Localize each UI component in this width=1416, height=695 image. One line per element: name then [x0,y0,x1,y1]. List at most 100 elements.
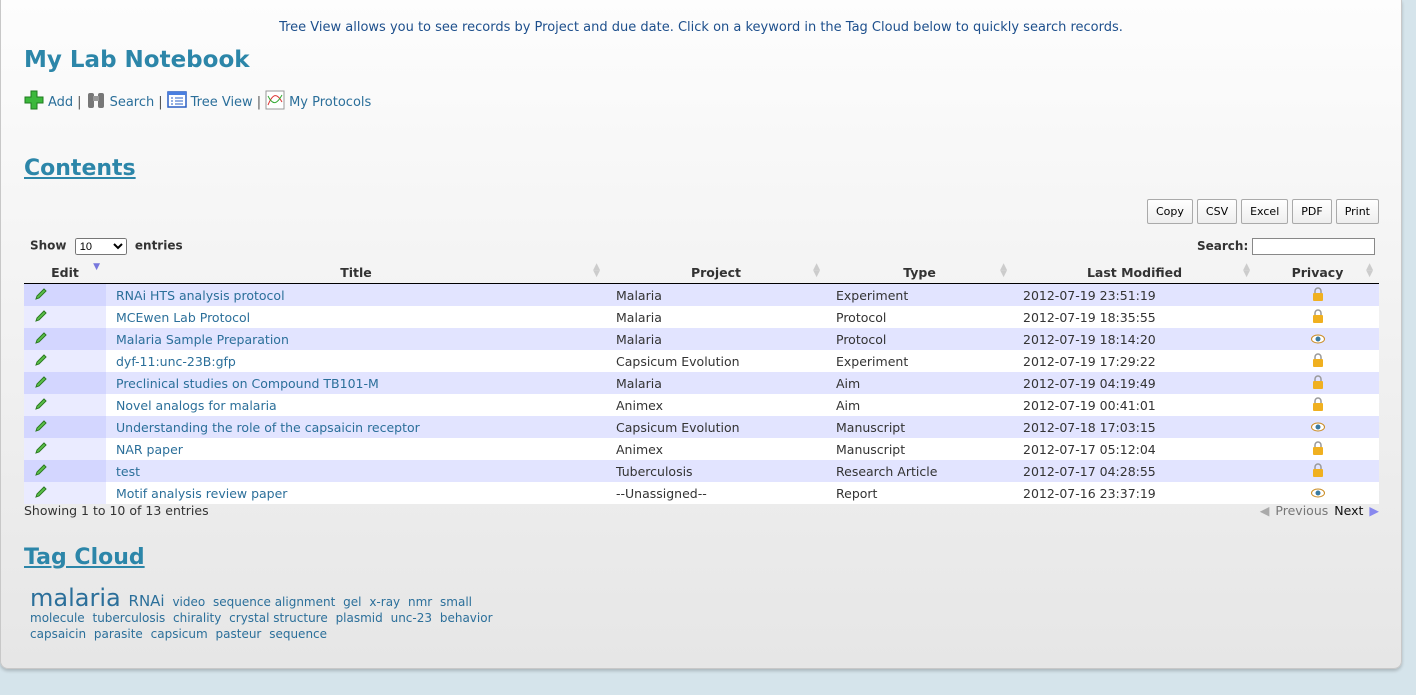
record-title-link[interactable]: Understanding the role of the capsaicin … [116,420,420,435]
modified-cell: 2012-07-17 04:28:55 [1013,460,1256,482]
separator: | [256,95,262,110]
modified-cell: 2012-07-18 17:03:15 [1013,416,1256,438]
tree-view-link[interactable]: Tree View [191,95,253,110]
next-button[interactable]: Next [1334,503,1363,518]
print-button[interactable]: Print [1335,199,1379,224]
type-cell: Research Article [826,460,1013,482]
lock-icon [1312,462,1323,477]
tree-view-icon[interactable] [166,90,187,110]
record-title-link[interactable]: RNAi HTS analysis protocol [116,288,285,303]
modified-cell: 2012-07-19 18:35:55 [1013,306,1256,328]
copy-button[interactable]: Copy [1147,199,1193,224]
search-link[interactable]: Search [110,95,155,110]
column-header-type[interactable]: Type ▲ ▼ [826,261,1013,284]
privacy-cell [1256,350,1379,372]
table-row: NAR paper Animex Manuscript 2012-07-17 05:1… [24,438,1379,460]
sort-icon: ▲ ▼ [593,262,600,279]
modified-cell: 2012-07-19 04:19:49 [1013,372,1256,394]
pdf-button[interactable]: PDF [1292,199,1332,224]
table-row: Malaria Sample Preparation Malaria Protoco… [24,328,1379,350]
project-cell: Malaria [606,328,826,350]
column-header-privacy[interactable]: Privacy ▲ ▼ [1256,261,1379,284]
edit-pencil-icon[interactable] [34,353,48,367]
tag-link[interactable]: chirality [173,611,221,625]
tag-link[interactable]: pasteur [216,627,262,641]
edit-pencil-icon[interactable] [34,331,48,345]
tag-link[interactable]: plasmid [336,611,383,625]
pagination: ◀ Previous Next ▶ [1260,503,1379,518]
lock-icon [1312,396,1323,411]
previous-button[interactable]: Previous [1275,503,1328,518]
edit-pencil-icon[interactable] [34,375,48,389]
record-title-link[interactable]: dyf-11:unc-23B:gfp [116,354,236,369]
record-title-link[interactable]: NAR paper [116,442,183,457]
column-label: Type [903,264,936,280]
modified-cell: 2012-07-17 05:12:04 [1013,438,1256,460]
table-row: Novel analogs for malaria Animex Aim 2012-0… [24,394,1379,416]
entries-select[interactable]: 10 [74,238,127,255]
my-protocols-link[interactable]: My Protocols [289,95,371,110]
edit-pencil-icon[interactable] [34,419,48,433]
project-cell: Tuberculosis [606,460,826,482]
column-header-last-modified[interactable]: Last Modified ▲ ▼ [1013,261,1256,284]
search-input[interactable] [1252,238,1376,255]
tag-link[interactable]: behavior [440,611,493,625]
tag-link[interactable]: capsicum [151,627,208,641]
record-title-link[interactable]: MCEwen Lab Protocol [116,310,250,325]
tag-link[interactable]: parasite [94,627,143,641]
next-arrow-icon[interactable]: ▶ [1369,503,1379,518]
edit-pencil-icon[interactable] [34,309,48,323]
privacy-cell [1256,416,1379,438]
tag-link[interactable]: nmr [408,595,432,609]
type-cell: Experiment [826,350,1013,372]
record-title-link[interactable]: Novel analogs for malaria [116,398,277,413]
binoculars-icon[interactable] [86,90,106,110]
record-title-link[interactable]: Motif analysis review paper [116,486,287,501]
edit-pencil-icon[interactable] [34,397,48,411]
tag-link[interactable]: capsaicin [30,627,86,641]
privacy-cell [1256,372,1379,394]
column-label: Last Modified [1086,264,1183,280]
project-cell: Capsicum Evolution [606,416,826,438]
previous-arrow-icon[interactable]: ◀ [1260,503,1270,518]
add-link[interactable]: Add [48,95,73,110]
info-text: Tree View allows you to see records by P… [279,20,1123,35]
type-cell: Report [826,482,1013,504]
edit-pencil-icon[interactable] [34,463,48,477]
tag-link[interactable]: gel [343,595,361,609]
privacy-cell [1256,460,1379,482]
tag-link[interactable]: crystal structure [229,611,328,625]
separator: | [158,95,163,110]
entries-length: Show 10 entries [30,238,183,255]
tag-link[interactable]: tuberculosis [93,611,166,625]
tag-link[interactable]: sequence alignment [213,595,335,609]
column-header-title[interactable]: Title ▲ ▼ [106,261,606,284]
column-header-edit[interactable]: Edit ▼ [24,261,106,284]
sort-icon: ▲ ▼ [1243,262,1250,279]
tag-link[interactable]: RNAi [129,592,165,610]
chart-icon[interactable] [265,90,285,110]
csv-button[interactable]: CSV [1196,199,1238,224]
sort-icon: ▲ ▼ [813,262,820,279]
edit-pencil-icon[interactable] [34,287,48,301]
add-icon[interactable] [24,90,44,110]
record-title-link[interactable]: Preclinical studies on Compound TB101-M [116,376,379,391]
tag-link[interactable]: video [172,595,205,609]
separator: | [77,95,82,110]
record-title-link[interactable]: test [116,464,140,479]
excel-button[interactable]: Excel [1241,199,1289,224]
privacy-cell [1256,283,1379,306]
record-title-link[interactable]: Malaria Sample Preparation [116,332,289,347]
column-header-project[interactable]: Project ▲ ▼ [606,261,826,284]
edit-pencil-icon[interactable] [34,441,48,455]
column-label: Project [690,264,742,280]
tag-link[interactable]: unc-23 [391,611,432,625]
tag-link[interactable]: sequence [269,627,327,641]
edit-pencil-icon[interactable] [34,485,48,499]
type-cell: Manuscript [826,416,1013,438]
privacy-cell [1256,328,1379,350]
tag-link[interactable]: malaria [30,584,121,612]
table-row: test Tuberculosis Research Article 2012-07-… [24,460,1379,482]
tag-link[interactable]: x-ray [369,595,400,609]
page-title: My Lab Notebook [24,47,250,73]
